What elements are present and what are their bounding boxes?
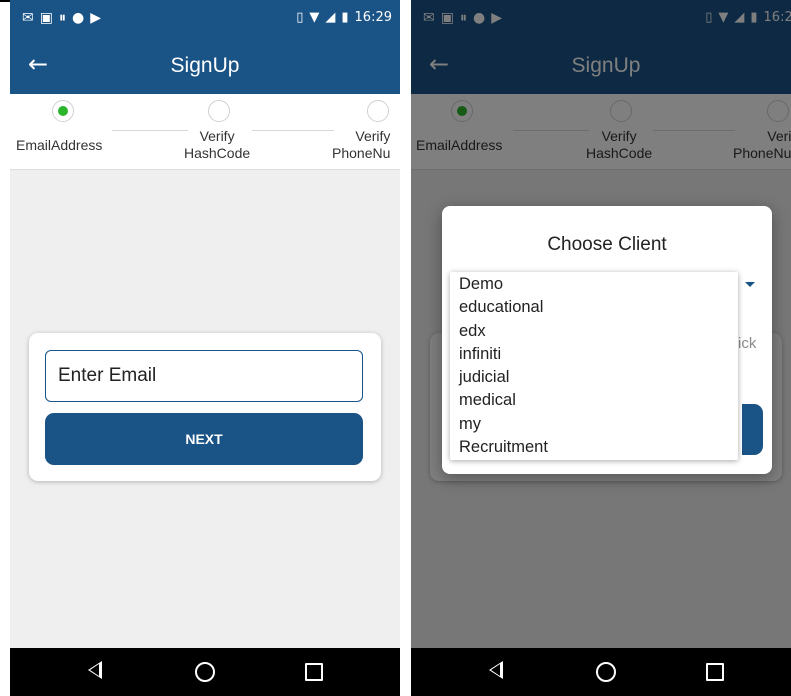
step-label-phone: Verify PhoneNu	[332, 128, 391, 161]
signup-stepper: EmailAddress Verify HashCode Verify Phon…	[10, 94, 400, 170]
email-card: NEXT	[29, 333, 381, 481]
notification-icons: ✉▣⏸●▶	[22, 10, 107, 26]
wifi-icon: ▼	[309, 10, 320, 25]
nav-home-icon[interactable]	[596, 662, 616, 682]
client-option-educational[interactable]: educational	[450, 296, 738, 319]
client-option-infiniti[interactable]: infiniti	[450, 343, 738, 366]
signal-icon: ◢	[325, 10, 336, 25]
client-dropdown-list: Demo educational edx infiniti judicial m…	[450, 272, 738, 461]
step-verify-hash-icon	[208, 100, 230, 122]
status-bar: ✉▣⏸●▶ ▯ ▼ ◢ ▮ 16:29	[10, 0, 400, 38]
android-nav-bar	[10, 648, 400, 696]
app-bar: ← SignUp	[10, 38, 400, 94]
client-option-edx[interactable]: edx	[450, 320, 738, 343]
next-button[interactable]: NEXT	[45, 413, 363, 465]
vibrate-icon: ▯	[296, 10, 304, 25]
dialog-button[interactable]	[742, 404, 763, 455]
play-icon: ▶	[90, 10, 107, 26]
step-label-email: EmailAddress	[16, 137, 103, 153]
step-verify-phone-icon	[367, 100, 389, 122]
step-connector	[112, 130, 188, 131]
mail-icon: ✉	[22, 10, 40, 26]
client-option-my[interactable]: my	[450, 413, 738, 436]
nav-back-icon[interactable]	[88, 661, 102, 679]
page-title: SignUp	[170, 54, 240, 77]
client-option-judicial[interactable]: judicial	[450, 366, 738, 389]
step-email-active-icon	[52, 100, 74, 122]
screen-separator	[400, 0, 411, 696]
nav-recent-apps-icon[interactable]	[706, 663, 724, 681]
client-option-demo[interactable]: Demo	[450, 273, 738, 296]
dropdown-arrow-icon[interactable]	[745, 282, 755, 287]
pause-icon: ⏸	[58, 10, 72, 26]
nav-home-icon[interactable]	[195, 662, 215, 682]
choose-client-screen: ✉▣⏸●▶ ▯▼◢▮16:29 ← SignUp EmailAddress Ve…	[411, 0, 791, 696]
client-option-recruitment[interactable]: Recruitment	[450, 436, 738, 459]
email-field[interactable]	[45, 350, 363, 402]
gallery-icon: ▣	[39, 10, 59, 26]
nav-back-icon[interactable]	[489, 661, 503, 679]
signup-screen: ✉▣⏸●▶ ▯ ▼ ◢ ▮ 16:29 ← SignUp EmailAddress Ve…	[10, 0, 400, 696]
android-nav-bar	[411, 648, 791, 696]
choose-client-dialog: Choose Client ick Demo educational edx i…	[442, 206, 772, 474]
dialog-title: Choose Client	[547, 234, 667, 255]
nav-recent-apps-icon[interactable]	[305, 663, 323, 681]
clock: 16:29	[354, 10, 392, 25]
android-icon: ●	[71, 10, 91, 26]
battery-icon: ▮	[341, 10, 349, 25]
system-icons: ▯ ▼ ◢ ▮ 16:29	[290, 10, 392, 25]
step-connector	[252, 130, 334, 131]
step-label-hash: Verify HashCode	[184, 128, 251, 161]
client-option-medical[interactable]: medical	[450, 389, 738, 412]
